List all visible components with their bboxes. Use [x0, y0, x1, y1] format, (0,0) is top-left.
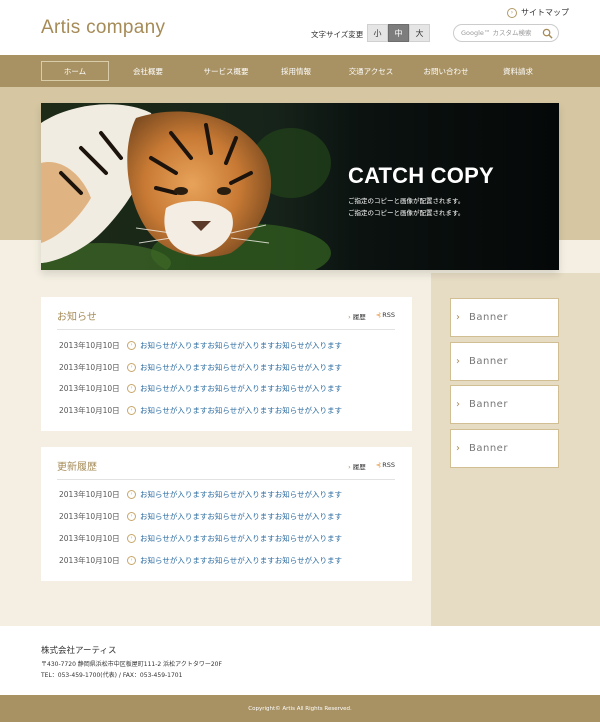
- nav-item-documents[interactable]: 資料請求: [490, 61, 546, 81]
- nav-item-contact[interactable]: お問い合わせ: [414, 61, 478, 81]
- banner-label: Banner: [469, 399, 508, 410]
- list-item: 2013年10月10日 › お知らせが入りますお知らせが入りますお知らせが入りま…: [59, 338, 342, 352]
- update-date: 2013年10月10日: [59, 489, 120, 499]
- fontsize-small-button[interactable]: 小: [367, 24, 388, 42]
- global-nav: ホーム 会社概要 サービス概要 採用情報 交通アクセス お問い合わせ 資料請求: [0, 55, 600, 87]
- chevron-right-icon: ›: [456, 443, 460, 454]
- address-line: 〒430-7720 静岡県浜松市中区板屋町111-2 浜松アクトタワー20F: [41, 661, 222, 668]
- updates-box: 更新履歴 › 履歴 ⊰RSS 2013年10月10日 › お知らせが入りますお知ら…: [41, 447, 412, 581]
- list-item: 2013年10月10日 › お知らせが入りますお知らせが入りますお知らせが入りま…: [59, 381, 342, 395]
- hero-subcopy: ご指定のコピーと画像が配置されます。 ご指定のコピーと画像が配置されます。: [348, 195, 464, 219]
- hero-subcopy-line: ご指定のコピーと画像が配置されます。: [348, 209, 465, 217]
- chevron-right-icon: ›: [456, 399, 460, 410]
- banner-1[interactable]: › Banner: [450, 298, 559, 337]
- search-input[interactable]: [461, 27, 541, 39]
- copyright: Copyright© Artis All Rights Reserved.: [0, 695, 600, 722]
- sitemap-label: サイトマップ: [521, 8, 569, 17]
- news-date: 2013年10月10日: [59, 405, 120, 415]
- update-link[interactable]: お知らせが入りますお知らせが入りますお知らせが入ります: [140, 489, 342, 500]
- news-date: 2013年10月10日: [59, 383, 120, 393]
- banner-label: Banner: [469, 443, 508, 454]
- chevron-right-icon: ›: [127, 511, 136, 521]
- update-link[interactable]: お知らせが入りますお知らせが入りますお知らせが入ります: [140, 533, 342, 544]
- chevron-right-icon: ›: [348, 313, 351, 321]
- search-icon[interactable]: [542, 28, 553, 39]
- list-item: 2013年10月10日 › お知らせが入りますお知らせが入りますお知らせが入りま…: [59, 360, 342, 374]
- chevron-right-icon: ›: [507, 7, 517, 18]
- updates-archive-label: 履歴: [352, 463, 366, 471]
- chevron-right-icon: ›: [456, 312, 460, 323]
- banner-label: Banner: [469, 312, 508, 323]
- banner-4[interactable]: › Banner: [450, 429, 559, 468]
- fontsize-label: 文字サイズ変更: [311, 30, 364, 39]
- update-date: 2013年10月10日: [59, 511, 120, 521]
- hero-catch-copy: CATCH COPY: [348, 163, 494, 188]
- list-item: 2013年10月10日 › お知らせが入りますお知らせが入りますお知らせが入りま…: [59, 509, 342, 523]
- news-date: 2013年10月10日: [59, 362, 120, 372]
- divider: [57, 329, 395, 330]
- search-box: [453, 24, 559, 42]
- fontsize-large-button[interactable]: 大: [409, 24, 430, 42]
- news-links: › 履歴 ⊰RSS: [348, 311, 395, 321]
- update-link[interactable]: お知らせが入りますお知らせが入りますお知らせが入ります: [140, 511, 342, 522]
- site-logo[interactable]: Artis company: [41, 17, 165, 39]
- news-archive-link[interactable]: › 履歴: [348, 311, 366, 321]
- update-date: 2013年10月10日: [59, 555, 120, 565]
- news-link[interactable]: お知らせが入りますお知らせが入りますお知らせが入ります: [140, 340, 342, 351]
- chevron-right-icon: ›: [127, 405, 136, 415]
- nav-item-services[interactable]: サービス概要: [192, 61, 260, 81]
- chevron-right-icon: ›: [127, 489, 136, 499]
- phone-line: TEL：053-459-1700(代表) / FAX：053-459-1701: [41, 672, 183, 679]
- updates-links: › 履歴 ⊰RSS: [348, 461, 395, 471]
- news-box: お知らせ › 履歴 ⊰RSS 2013年10月10日 › お知らせが入りますお知ら…: [41, 297, 412, 431]
- chevron-right-icon: ›: [127, 533, 136, 543]
- list-item: 2013年10月10日 › お知らせが入りますお知らせが入りますお知らせが入りま…: [59, 487, 342, 501]
- fontsize-switcher: 小 中 大: [367, 24, 430, 42]
- rss-icon: ⊰: [375, 461, 382, 469]
- news-link[interactable]: お知らせが入りますお知らせが入りますお知らせが入ります: [140, 383, 342, 394]
- list-item: 2013年10月10日 › お知らせが入りますお知らせが入りますお知らせが入りま…: [59, 553, 342, 567]
- nav-item-company[interactable]: 会社概要: [118, 61, 178, 81]
- site-footer: 株式会社アーティス 〒430-7720 静岡県浜松市中区板屋町111-2 浜松ア…: [0, 626, 600, 695]
- news-title: お知らせ: [57, 312, 97, 323]
- site-header: Artis company › サイトマップ 文字サイズ変更 小 中 大: [0, 0, 600, 55]
- banner-3[interactable]: › Banner: [450, 385, 559, 424]
- list-item: 2013年10月10日 › お知らせが入りますお知らせが入りますお知らせが入りま…: [59, 403, 342, 417]
- banner-label: Banner: [469, 356, 508, 367]
- news-link[interactable]: お知らせが入りますお知らせが入りますお知らせが入ります: [140, 405, 342, 416]
- chevron-right-icon: ›: [348, 463, 351, 471]
- nav-item-home[interactable]: ホーム: [41, 61, 109, 81]
- chevron-right-icon: ›: [127, 383, 136, 393]
- news-archive-label: 履歴: [352, 313, 366, 321]
- fontsize-medium-button[interactable]: 中: [388, 24, 409, 42]
- sitemap-link[interactable]: › サイトマップ: [507, 7, 569, 18]
- chevron-right-icon: ›: [127, 340, 136, 350]
- chevron-right-icon: ›: [456, 356, 460, 367]
- divider: [57, 479, 395, 480]
- chevron-right-icon: ›: [127, 362, 136, 372]
- updates-archive-link[interactable]: › 履歴: [348, 461, 366, 471]
- news-rss-label: RSS: [382, 311, 395, 319]
- banner-2[interactable]: › Banner: [450, 342, 559, 381]
- nav-item-recruit[interactable]: 採用情報: [266, 61, 326, 81]
- company-name: 株式会社アーティス: [41, 646, 117, 656]
- nav-item-access[interactable]: 交通アクセス: [338, 61, 404, 81]
- updates-rss-link[interactable]: ⊰RSS: [376, 461, 395, 471]
- chevron-right-icon: ›: [127, 555, 136, 565]
- list-item: 2013年10月10日 › お知らせが入りますお知らせが入りますお知らせが入りま…: [59, 531, 342, 545]
- news-link[interactable]: お知らせが入りますお知らせが入りますお知らせが入ります: [140, 362, 342, 373]
- updates-title: 更新履歴: [57, 462, 97, 473]
- hero-subcopy-line: ご指定のコピーと画像が配置されます。: [348, 197, 465, 205]
- news-date: 2013年10月10日: [59, 340, 120, 350]
- updates-rss-label: RSS: [382, 461, 395, 469]
- update-date: 2013年10月10日: [59, 533, 120, 543]
- rss-icon: ⊰: [375, 311, 382, 319]
- news-rss-link[interactable]: ⊰RSS: [376, 311, 395, 321]
- company-address: 〒430-7720 静岡県浜松市中区板屋町111-2 浜松アクトタワー20F T…: [41, 659, 222, 681]
- update-link[interactable]: お知らせが入りますお知らせが入りますお知らせが入ります: [140, 555, 342, 566]
